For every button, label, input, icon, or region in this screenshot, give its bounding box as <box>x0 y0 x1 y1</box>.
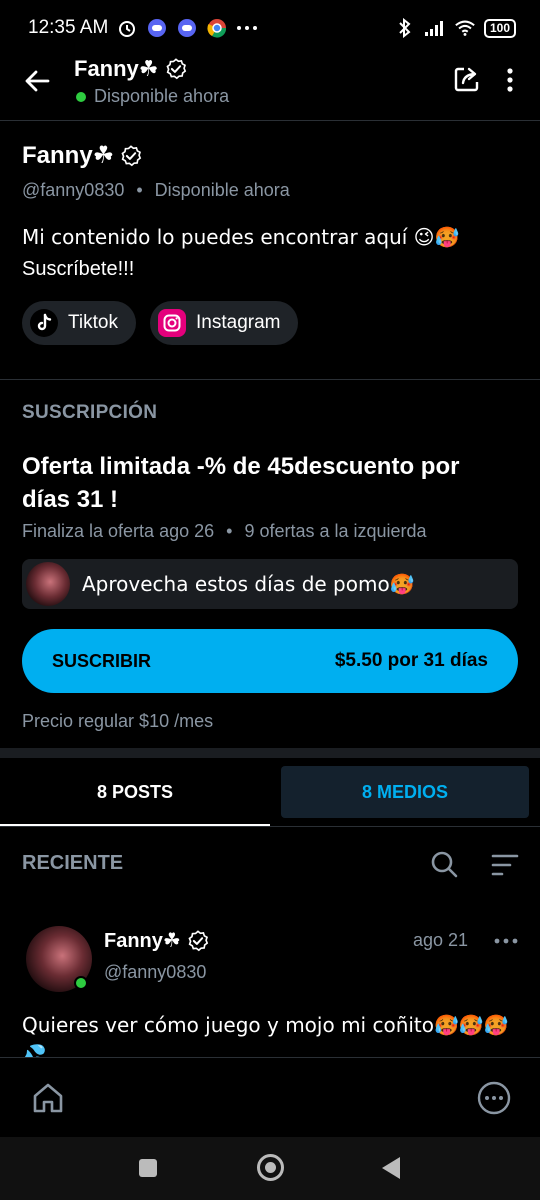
header-status: Disponible ahora <box>76 86 229 107</box>
bottom-navigation <box>0 1057 540 1137</box>
discord-icon <box>146 17 168 39</box>
profile-handle: @fanny0830 <box>22 180 125 200</box>
header-status-text: Disponible ahora <box>94 86 230 106</box>
more-menu-icon[interactable] <box>476 1080 512 1116</box>
creator-avatar <box>26 562 70 606</box>
status-bar: 12:35 AM 100 <box>0 0 540 56</box>
post-author-handle: @fanny0830 <box>104 962 207 982</box>
sort-icon[interactable] <box>490 852 520 878</box>
verified-badge-icon <box>121 144 142 166</box>
bio-line-1: Mi contenido lo puedes encontrar aquí 😉🥵 <box>22 225 460 249</box>
profile-availability: Disponible ahora <box>154 180 290 200</box>
more-notifications-icon <box>236 17 258 39</box>
signal-icon <box>424 17 446 39</box>
discord-icon-2 <box>176 17 198 39</box>
subscription-heading: SUSCRIPCIÓN <box>22 402 158 423</box>
post-date: ago 21 <box>413 930 469 950</box>
profile-name-text: Fanny☘ <box>22 142 115 169</box>
separator-dot: • <box>226 521 233 541</box>
recent-label: RECIENTE <box>22 852 124 874</box>
more-options-icon[interactable] <box>500 66 520 96</box>
promo-message: Aprovecha estos días de pomo🥵 <box>22 559 518 609</box>
subscribe-price: $5.50 por 31 días <box>334 650 488 671</box>
header-title[interactable]: Fanny☘ <box>74 56 187 82</box>
instagram-label: Instagram <box>196 312 281 333</box>
tiktok-icon <box>30 309 58 337</box>
tabs-divider <box>0 826 540 827</box>
back-arrow-icon[interactable] <box>22 66 52 96</box>
profile-bio: Mi contenido lo puedes encontrar aquí 😉🥵… <box>22 221 459 285</box>
section-separator <box>0 748 540 758</box>
offer-ends: Finaliza la oferta ago 26 <box>22 521 215 541</box>
online-indicator <box>74 976 88 990</box>
content-tabs: 8 POSTS 8 MEDIOS <box>0 758 540 827</box>
bluetooth-icon <box>394 17 416 39</box>
recents-button[interactable] <box>139 1159 157 1177</box>
profile-subline: @fanny0830 • Disponible ahora <box>22 180 290 201</box>
verified-badge-icon <box>188 929 208 951</box>
profile-section: Fanny☘ @fanny0830 • Disponible ahora Mi … <box>0 121 540 379</box>
search-icon[interactable] <box>428 848 460 880</box>
post-author-name-text: Fanny☘ <box>104 930 181 952</box>
tiktok-link[interactable]: Tiktok <box>22 301 136 345</box>
home-icon[interactable] <box>30 1080 66 1116</box>
verified-badge-icon <box>165 58 186 80</box>
battery-indicator: 100 <box>483 18 516 38</box>
instagram-link[interactable]: Instagram <box>150 301 299 345</box>
status-time: 12:35 AM <box>28 17 109 38</box>
tiktok-label: Tiktok <box>68 312 118 333</box>
offer-title: Oferta limitada -% de 45descuento por dí… <box>22 453 460 513</box>
subscribe-button[interactable]: SUSCRIBIR $5.50 por 31 días <box>22 629 518 693</box>
regular-price: Precio regular $10 /mes <box>22 711 214 731</box>
promo-text: Aprovecha estos días de pomo🥵 <box>82 572 415 596</box>
post-text: Quieres ver cómo juego y mojo mi coñito🥵… <box>22 1013 509 1057</box>
post-more-icon[interactable] <box>494 938 518 944</box>
wifi-icon <box>454 17 476 39</box>
top-app-bar: Fanny☘ Disponible ahora <box>0 56 540 120</box>
online-indicator <box>76 91 86 102</box>
system-navigation-bar <box>0 1137 540 1200</box>
chrome-icon <box>206 17 228 39</box>
header-name: Fanny☘ <box>74 56 159 81</box>
home-button[interactable] <box>257 1154 284 1181</box>
section-divider <box>0 379 540 380</box>
offer-meta: Finaliza la oferta ago 26 • 9 ofertas a … <box>22 521 427 542</box>
separator-dot: • <box>136 180 143 200</box>
instagram-icon <box>158 309 186 337</box>
share-icon[interactable] <box>452 64 482 94</box>
post-author-name[interactable]: Fanny☘ <box>104 928 209 953</box>
tab-media[interactable]: 8 MEDIOS <box>281 766 529 818</box>
tab-posts[interactable]: 8 POSTS <box>0 766 270 818</box>
profile-name: Fanny☘ <box>22 141 142 170</box>
alarm-icon <box>116 17 138 39</box>
offers-left: 9 ofertas a la izquierda <box>244 521 427 541</box>
bio-line-2: Suscríbete!!! <box>22 258 135 280</box>
back-button[interactable] <box>382 1157 400 1179</box>
subscribe-label: SUSCRIBIR <box>52 650 152 671</box>
